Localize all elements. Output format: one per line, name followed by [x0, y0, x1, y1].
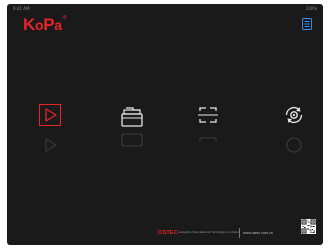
qr-code-icon — [301, 219, 316, 234]
settings-button[interactable] — [279, 98, 319, 153]
document-list-icon — [302, 18, 312, 30]
qr-code — [301, 219, 316, 234]
folder-icon-reflection — [121, 133, 143, 147]
logo-letter: K — [23, 15, 35, 34]
logo-letter: P — [43, 15, 55, 34]
scan-button[interactable] — [193, 98, 233, 141]
settings-refresh-icon-reflection — [286, 137, 302, 153]
status-battery: 100% — [305, 6, 317, 11]
logo-registered-mark: ® — [62, 15, 67, 21]
footer-divider — [239, 228, 240, 238]
footer: OSTEC Guangzhou Ostec Electronic Technol… — [7, 215, 323, 245]
document-list-button[interactable] — [302, 17, 312, 30]
footer-company: Guangzhou Ostec Electronic Technology Co… — [178, 231, 239, 234]
logo-letter: a — [54, 17, 62, 33]
app-screen: 9:41 AM 100% KoPa® OSTEC Guangzhou Ostec… — [7, 4, 323, 245]
play-button[interactable] — [35, 98, 75, 153]
folder-icon — [121, 107, 143, 127]
status-time: 9:41 AM — [13, 6, 30, 11]
settings-refresh-icon — [285, 106, 303, 124]
scan-frame-icon-reflection — [199, 137, 217, 141]
scan-frame-icon — [198, 107, 218, 123]
play-icon-reflection — [45, 137, 58, 153]
main-toolbar — [7, 98, 323, 158]
footer-website[interactable]: www.ostec.com.cn — [243, 231, 273, 235]
play-icon — [45, 108, 57, 122]
status-bar: 9:41 AM 100% — [7, 4, 323, 12]
footer-brand: OSTEC — [158, 230, 178, 236]
kopa-logo: KoPa® — [23, 15, 67, 34]
folder-button[interactable] — [116, 98, 156, 147]
logo-letter: o — [34, 17, 44, 33]
